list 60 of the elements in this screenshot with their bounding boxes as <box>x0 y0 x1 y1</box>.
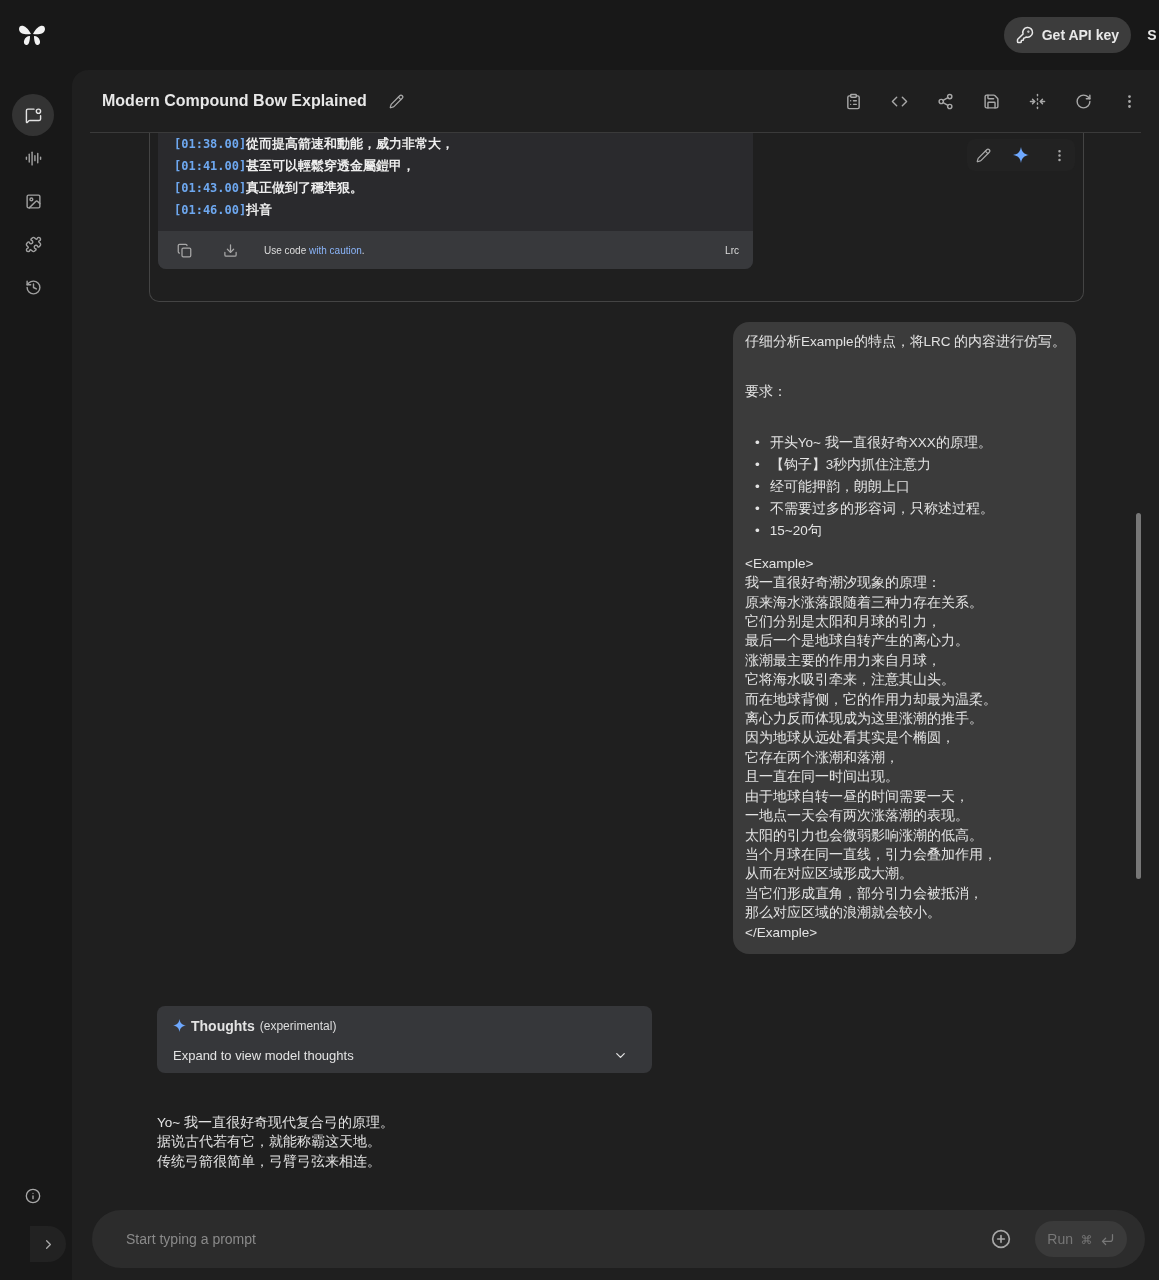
code-line: [01:41.00]甚至可以輕鬆穿透金屬鎧甲， <box>174 157 417 175</box>
example-line: 涨潮最主要的作用力来自月球， <box>745 651 942 670</box>
bullet-item: 经可能押韵，朗朗上口 <box>769 477 910 496</box>
caution-link[interactable]: with caution <box>309 244 362 256</box>
sparkle-icon <box>1013 147 1029 163</box>
example-line: 从而在对应区域形成大潮。 <box>745 865 914 884</box>
example-line: 由于地球自转一昼的时间需要一天， <box>745 787 970 806</box>
puzzle-icon <box>24 235 42 253</box>
audio-wave-icon <box>24 149 42 167</box>
example-line: 它存在两个涨潮和落潮， <box>745 748 900 767</box>
experimental-tag: (experimental) <box>259 1018 337 1033</box>
example-line: 我一直很好奇潮汐现象的原理： <box>745 574 942 593</box>
response-line: 据说古代若有它，就能称霸这天地。 <box>157 1133 382 1152</box>
bullet-marker: • <box>755 499 760 518</box>
sidebar-item[interactable] <box>12 94 54 136</box>
chat-icon <box>24 106 42 124</box>
command-key-icon <box>1081 1233 1092 1245</box>
response-line: 传统弓箭很简单，弓臂弓弦来相连。 <box>157 1152 382 1171</box>
enter-key-icon <box>1100 1231 1115 1247</box>
get-api-key-button[interactable]: Get API key <box>1003 17 1131 53</box>
example-line: 最后一个是地球自转产生的离心力。 <box>745 632 970 651</box>
example-line: 当个月球在同一直线，引力会叠加作用， <box>745 845 998 864</box>
history-icon <box>24 278 42 296</box>
bullet-item: 不需要过多的形容词，只称述过程。 <box>769 499 994 518</box>
code-line: [01:43.00]真正做到了穩準狠。 <box>174 179 365 197</box>
image-icon <box>24 192 42 210</box>
bullet-item: 开头Yo~ 我一直很好奇XXX的原理。 <box>769 433 992 452</box>
example-line: 一地点一天会有两次涨落潮的表现。 <box>745 807 970 826</box>
example-line: 且一直在同一时间出现。 <box>745 768 900 787</box>
example-line: 离心力反而体现成为这里涨潮的推手。 <box>745 710 984 729</box>
bullet-marker: • <box>755 477 760 496</box>
scrollbar[interactable] <box>1136 513 1141 879</box>
thoughts-title: Thoughts <box>191 1017 255 1034</box>
sparkle-icon <box>173 1019 186 1033</box>
example-line: 它们分别是太阳和月球的引力， <box>745 613 942 632</box>
top-bar-button[interactable]: S <box>1141 27 1159 43</box>
code-line: [01:46.00]抖音 <box>174 201 274 219</box>
example-line: 因为地球从远处看其实是个椭圆， <box>745 729 956 748</box>
example-line: 原来海水涨落跟随着三种力存在关系。 <box>745 593 984 612</box>
code-language: Lrc <box>725 244 739 256</box>
example-line: <Example> <box>745 554 815 573</box>
bullet-marker: • <box>755 521 760 540</box>
chat-title: Modern Compound Bow Explained <box>102 92 367 110</box>
bullet-marker: • <box>755 433 760 452</box>
message-text: 仔细分析Example的特点，将LRC 的内容进行仿写。 <box>745 333 1068 351</box>
response-line: Yo~ 我一直很好奇现代复合弓的原理。 <box>157 1113 395 1132</box>
key-icon <box>1015 26 1034 44</box>
example-line: 那么对应区域的浪潮就会较小。 <box>745 904 942 923</box>
bullet-item: 15~20句 <box>769 521 822 540</box>
example-line: 太阳的引力也会微弱影响涨潮的低高。 <box>745 826 984 845</box>
example-line: 当它们形成直角，部分引力会被抵消， <box>745 884 984 903</box>
example-line: 它将海水吸引牵来，注意其山头。 <box>745 671 956 690</box>
example-line: </Example> <box>745 923 819 942</box>
example-line: 而在地球背侧，它的作用力却最为温柔。 <box>745 690 998 709</box>
expand-thoughts-button[interactable]: Expand to view model thoughts <box>173 1047 636 1063</box>
message-text: 要求： <box>745 383 788 402</box>
caution-notice: Use code with caution. <box>264 244 365 256</box>
bullet-item: 【钩子】3秒内抓住注意力 <box>769 455 932 474</box>
bullet-marker: • <box>755 455 760 474</box>
code-line: [01:38.00]從而提高箭速和動能，威力非常大， <box>174 135 456 153</box>
